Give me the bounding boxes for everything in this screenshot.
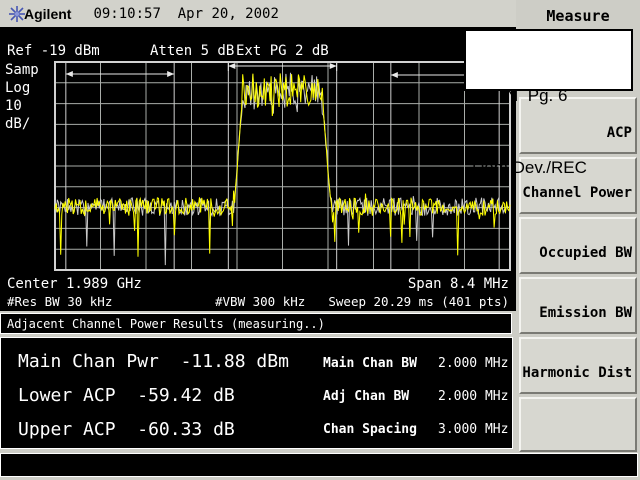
- setting-value: 2.000 MHz: [438, 389, 508, 404]
- span-label: Span 8.4 MHz: [408, 277, 509, 291]
- bottom-message-strip: [0, 453, 638, 477]
- setting-label: Main Chan BW: [323, 356, 417, 371]
- brand-label: Agilent: [24, 6, 71, 22]
- scale-value-label: 10: [5, 99, 22, 113]
- scale-type-label: Log: [5, 81, 30, 95]
- softkey-occupied-bw[interactable]: Occupied BW: [519, 217, 637, 274]
- results-panel: Main Chan Pwr -11.88 dBm Lower ACP -59.4…: [0, 337, 513, 449]
- popup-line2: Dom Dev./REC: [472, 156, 631, 180]
- sweep-label: Sweep 20.29 ms (401 pts): [328, 295, 509, 308]
- setting-value: 3.000 MHz: [438, 422, 508, 437]
- ext-pg-label: Ext PG 2 dB: [236, 44, 329, 58]
- menu-title: Measure: [516, 7, 640, 25]
- softkey-emission-bw[interactable]: Emission BW: [519, 277, 637, 334]
- result-row: Main Chan Pwr -11.88 dBm: [18, 351, 289, 372]
- datetime-label: 09:10:57 Apr 20, 2002: [93, 6, 278, 22]
- agilent-logo-icon: [8, 5, 26, 23]
- softkey-blank[interactable]: [519, 397, 637, 452]
- result-row: Upper ACP -60.33 dB: [18, 419, 235, 440]
- vbw-label: #VBW 300 kHz: [215, 295, 305, 308]
- center-freq-label: Center 1.989 GHz: [7, 277, 142, 291]
- softkey-harmonic-dist[interactable]: Harmonic Dist: [519, 337, 637, 394]
- status-bar: Adjacent Channel Power Results (measurin…: [0, 313, 512, 334]
- setting-label: Adj Chan BW: [323, 389, 409, 404]
- ref-level-label: Ref -19 dBm: [7, 44, 100, 58]
- res-bw-label: #Res BW 30 kHz: [7, 295, 112, 308]
- setting-label: Chan Spacing: [323, 422, 417, 437]
- spectrum-plot: [0, 27, 516, 311]
- detector-label: Samp: [5, 63, 39, 77]
- atten-label: Atten 5 dB: [150, 44, 234, 58]
- message-popup: Ex. N Pg. 6 Dom Dev./REC: [464, 29, 633, 91]
- result-row: Lower ACP -59.42 dB: [18, 385, 235, 406]
- popup-line1: Ex. N Pg. 6: [472, 84, 631, 108]
- status-message: Adjacent Channel Power Results (measurin…: [7, 317, 325, 331]
- scale-unit-label: dB/: [5, 117, 30, 131]
- setting-value: 2.000 MHz: [438, 356, 508, 371]
